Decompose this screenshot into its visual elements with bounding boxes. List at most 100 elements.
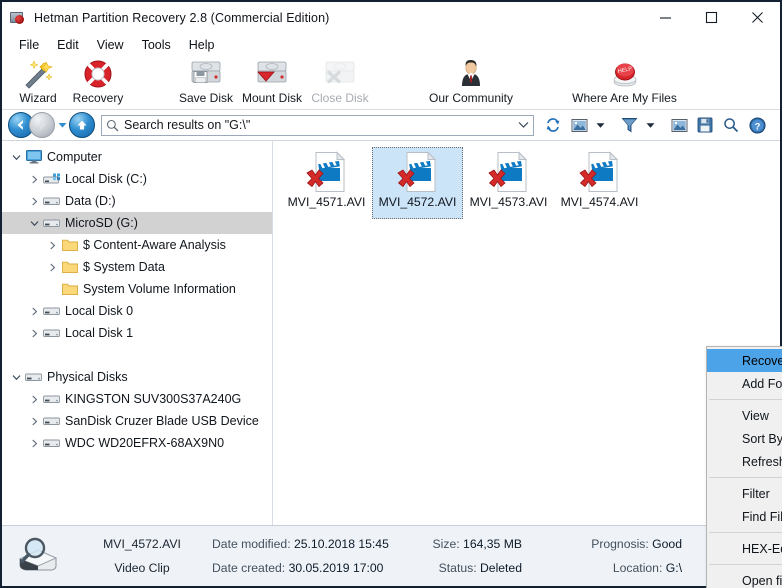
status-date-modified-value: 25.10.2018 15:45	[293, 537, 389, 551]
toolbar-save-disk-button[interactable]: Save Disk	[170, 56, 242, 108]
folder-tree[interactable]: Computer Local Disk (C:) Data (D:) Micro…	[2, 141, 273, 525]
preview-button[interactable]	[666, 113, 692, 137]
context-menu-item-view[interactable]: View ›	[707, 404, 782, 427]
tree-node-content-aware-analysis[interactable]: $ Content-Aware Analysis	[2, 234, 272, 256]
menu-help[interactable]: Help	[180, 36, 224, 54]
menu-bar: File Edit View Tools Help	[2, 33, 780, 56]
lifebuoy-icon	[78, 58, 118, 90]
forward-arrow-icon	[29, 112, 55, 138]
drive-icon	[42, 393, 62, 405]
app-logo-icon	[10, 10, 26, 26]
tree-node-label: Data (D:)	[65, 194, 116, 208]
file-item[interactable]: MVI_4573.AVI	[463, 147, 554, 219]
context-menu-item-open-file-location[interactable]: Open file location	[707, 569, 782, 588]
maximize-icon[interactable]	[688, 2, 734, 33]
menu-view[interactable]: View	[88, 36, 133, 54]
context-menu-item-recovery[interactable]: Recovery Ctrl+R	[707, 349, 782, 372]
chevron-down-icon[interactable]	[55, 122, 69, 129]
toolbar-where-are-my-files-button[interactable]: HELP Where Are My Files	[562, 56, 687, 108]
tree-node-kingston[interactable]: KINGSTON SUV300S37A240G	[2, 388, 272, 410]
chevron-right-icon[interactable]	[26, 395, 42, 404]
tree-node-microsd-g[interactable]: MicroSD (G:)	[2, 212, 272, 234]
search-dropdown-chevron-icon[interactable]	[518, 121, 529, 129]
context-menu-item-label: Open file location	[742, 573, 782, 588]
file-item[interactable]: MVI_4574.AVI	[554, 147, 645, 219]
view-mode-button[interactable]	[566, 113, 592, 137]
chevron-right-icon[interactable]	[26, 417, 42, 426]
status-location: Location: G:\	[522, 556, 682, 580]
context-menu-separator	[709, 532, 782, 533]
context-menu[interactable]: Recovery Ctrl+R Add For Recovery View › …	[706, 346, 782, 588]
tree-node-sandisk[interactable]: SanDisk Cruzer Blade USB Device	[2, 410, 272, 432]
filter-dropdown[interactable]	[642, 113, 658, 137]
toolbar-our-community-button[interactable]: Our Community	[429, 56, 513, 108]
tree-node-local-disk-c[interactable]: Local Disk (C:)	[2, 168, 272, 190]
chevron-right-icon[interactable]	[26, 175, 42, 184]
disk-search-icon	[2, 535, 72, 577]
status-prognosis: Prognosis: Good	[522, 532, 682, 556]
close-icon[interactable]	[734, 2, 780, 33]
help-button[interactable]: ?	[744, 113, 770, 137]
status-bar: MVI_4572.AVI Video Clip Date modified: 2…	[2, 525, 780, 586]
toolbar-save-disk-label: Save Disk	[178, 91, 234, 105]
view-mode-dropdown[interactable]	[592, 113, 608, 137]
context-menu-item-sort-by[interactable]: Sort By ›	[707, 427, 782, 450]
file-item[interactable]: MVI_4572.AVI	[372, 147, 463, 219]
tree-node-wdc[interactable]: WDC WD20EFRX-68AX9N0	[2, 432, 272, 454]
context-menu-item-refresh[interactable]: Refresh	[707, 450, 782, 473]
tree-node-system-volume-information[interactable]: System Volume Information	[2, 278, 272, 300]
chevron-right-icon[interactable]	[44, 241, 60, 250]
file-name-label: MVI_4572.AVI	[378, 195, 457, 209]
context-menu-item-find-file[interactable]: Find File Ctrl+F	[707, 505, 782, 528]
context-menu-item-add-for-recovery[interactable]: Add For Recovery	[707, 372, 782, 395]
file-name-label: MVI_4573.AVI	[469, 195, 548, 209]
status-file-type: Video Clip	[114, 561, 170, 575]
tree-node-physical-disks[interactable]: Physical Disks	[2, 366, 272, 388]
tree-node-label: Local Disk 0	[65, 304, 134, 318]
toolbar-close-disk-button[interactable]: Close Disk	[304, 56, 376, 108]
main-toolbar: Wizard Recovery Save Disk Mount Disk Clo…	[2, 56, 780, 110]
context-menu-item-label: Recovery	[742, 353, 782, 368]
chevron-down-icon[interactable]	[26, 220, 42, 227]
status-size-column: Size: 164,35 MB Status: Deleted	[402, 526, 522, 586]
toolbar-mount-disk-button[interactable]: Mount Disk	[236, 56, 308, 108]
drive-icon	[42, 437, 62, 449]
context-menu-item-label: Filter	[742, 486, 770, 501]
find-button[interactable]	[718, 113, 744, 137]
chevron-down-icon[interactable]	[8, 374, 24, 381]
file-item[interactable]: MVI_4571.AVI	[281, 147, 372, 219]
menu-tools[interactable]: Tools	[133, 36, 180, 54]
save-button[interactable]	[692, 113, 718, 137]
up-arrow-icon[interactable]	[69, 112, 95, 138]
tree-node-data-d[interactable]: Data (D:)	[2, 190, 272, 212]
status-dates-column: Date modified: 25.10.2018 15:45 Date cre…	[212, 526, 402, 586]
chevron-right-icon[interactable]	[44, 263, 60, 272]
context-menu-item-filter[interactable]: Filter ›	[707, 482, 782, 505]
status-date-modified-label: Date modified:	[212, 537, 291, 551]
status-file-name: MVI_4572.AVI	[103, 537, 181, 551]
tree-node-local-disk-0[interactable]: Local Disk 0	[2, 300, 272, 322]
chevron-down-icon[interactable]	[8, 154, 24, 161]
chevron-right-icon[interactable]	[26, 307, 42, 316]
filter-button[interactable]	[616, 113, 642, 137]
chevron-right-icon[interactable]	[26, 329, 42, 338]
status-date-created-value: 30.05.2019 17:00	[288, 561, 384, 575]
menu-edit[interactable]: Edit	[48, 36, 88, 54]
file-list-pane[interactable]: MVI_4571.AVI MVI_4572.AVI MVI_4573.AVI M…	[273, 141, 782, 588]
minimize-icon[interactable]	[642, 2, 688, 33]
tree-node-computer[interactable]: Computer	[2, 146, 272, 168]
avi-file-deleted-icon	[304, 151, 350, 193]
svg-text:?: ?	[754, 121, 760, 132]
chevron-right-icon[interactable]	[26, 197, 42, 206]
help-button-icon: HELP	[605, 58, 645, 90]
chevron-right-icon[interactable]	[26, 439, 42, 448]
tree-node-system-data[interactable]: $ System Data	[2, 256, 272, 278]
tree-node-local-disk-1[interactable]: Local Disk 1	[2, 322, 272, 344]
refresh-icon[interactable]	[540, 113, 566, 137]
context-menu-separator	[709, 564, 782, 565]
address-bar-tools: ?	[566, 113, 774, 137]
context-menu-item-hex-editor[interactable]: HEX-Editor Ctrl+H	[707, 537, 782, 560]
toolbar-recovery-button[interactable]: Recovery	[62, 56, 134, 108]
menu-file[interactable]: File	[10, 36, 48, 54]
search-input[interactable]: Search results on "G:\"	[101, 114, 534, 136]
